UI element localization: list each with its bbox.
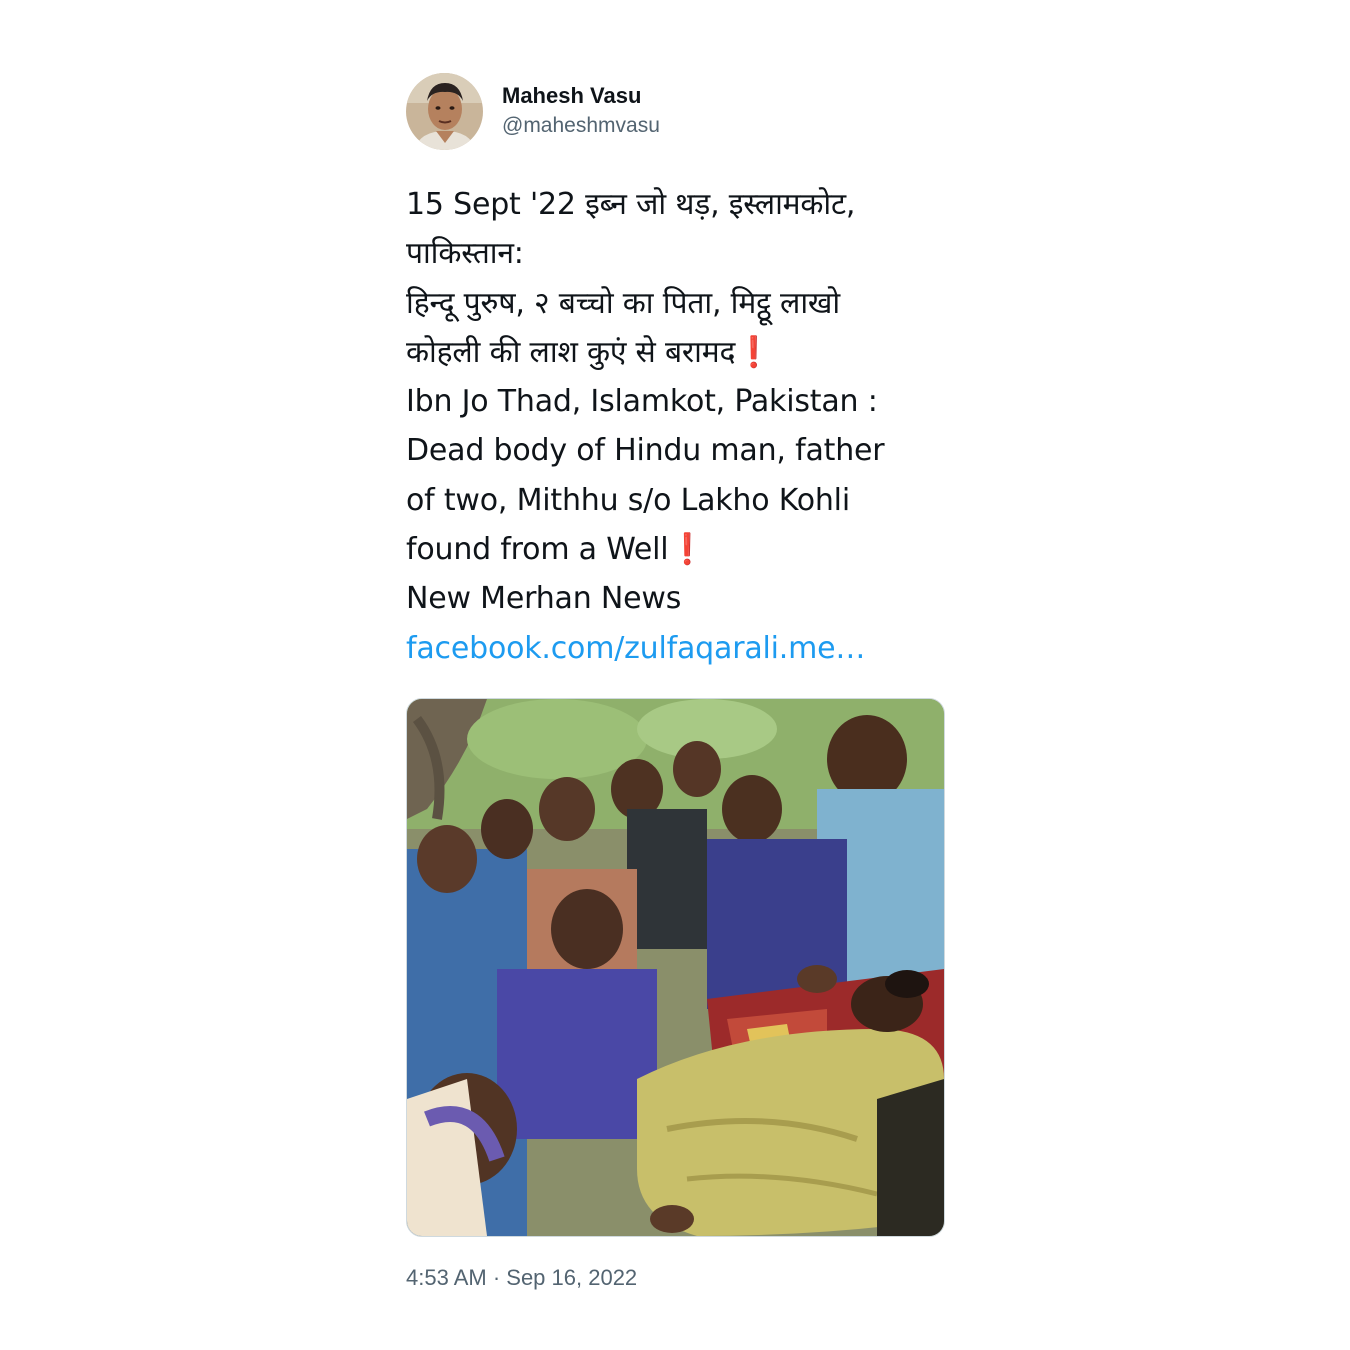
tweet-line: Ibn Jo Thad, Islamkot, Pakistan : <box>406 384 878 420</box>
exclamation-icon: ❗ <box>735 334 773 370</box>
tweet-link-line: facebook.com/zulfaqarali.me… <box>406 624 946 673</box>
author-names: Mahesh Vasu @maheshmvasu <box>502 81 660 141</box>
avatar[interactable] <box>406 72 483 150</box>
tweet-line: of two, Mithhu s/o Lakho Kohli <box>406 482 850 518</box>
tweet-line: Dead body of Hindu man, father <box>406 433 885 469</box>
tweet-line-with-exclamation: found from a Well❗ <box>406 525 946 574</box>
author-handle[interactable]: @maheshmvasu <box>502 111 660 141</box>
tweet-author: Mahesh Vasu @maheshmvasu <box>406 72 946 150</box>
tweet-line-with-exclamation: कोहली की लाश कुएं से बरामद❗ <box>406 328 946 377</box>
tweet-timestamp[interactable]: 4:53 AM · Sep 16, 2022 <box>406 1263 946 1293</box>
tweet-line: 15 Sept '22 इब्न जो थड़, इस्लामकोट, <box>406 187 856 222</box>
tweet-text: 15 Sept '22 इब्न जो थड़, इस्लामकोट, पाकि… <box>406 180 946 673</box>
external-link[interactable]: facebook.com/zulfaqarali.me… <box>406 631 865 666</box>
avatar-image <box>406 72 483 150</box>
attached-photo-image <box>407 698 944 1236</box>
tweet-line-text: found from a Well <box>406 532 669 568</box>
tweet-line: New Merhan News <box>406 581 682 617</box>
author-display-name[interactable]: Mahesh Vasu <box>502 81 660 111</box>
tweet-line: पाकिस्तान: <box>406 236 524 272</box>
tweet-photo[interactable] <box>406 697 945 1237</box>
tweet-line-text: कोहली की लाश कुएं से बरामद <box>406 334 736 370</box>
tweet-line: हिन्दू पुरुष, २ बच्चो का पिता, मिट्ठू ला… <box>406 285 840 321</box>
tweet-card: Mahesh Vasu @maheshmvasu 15 Sept '22 इब्… <box>406 72 946 1293</box>
exclamation-icon: ❗ <box>668 532 706 568</box>
